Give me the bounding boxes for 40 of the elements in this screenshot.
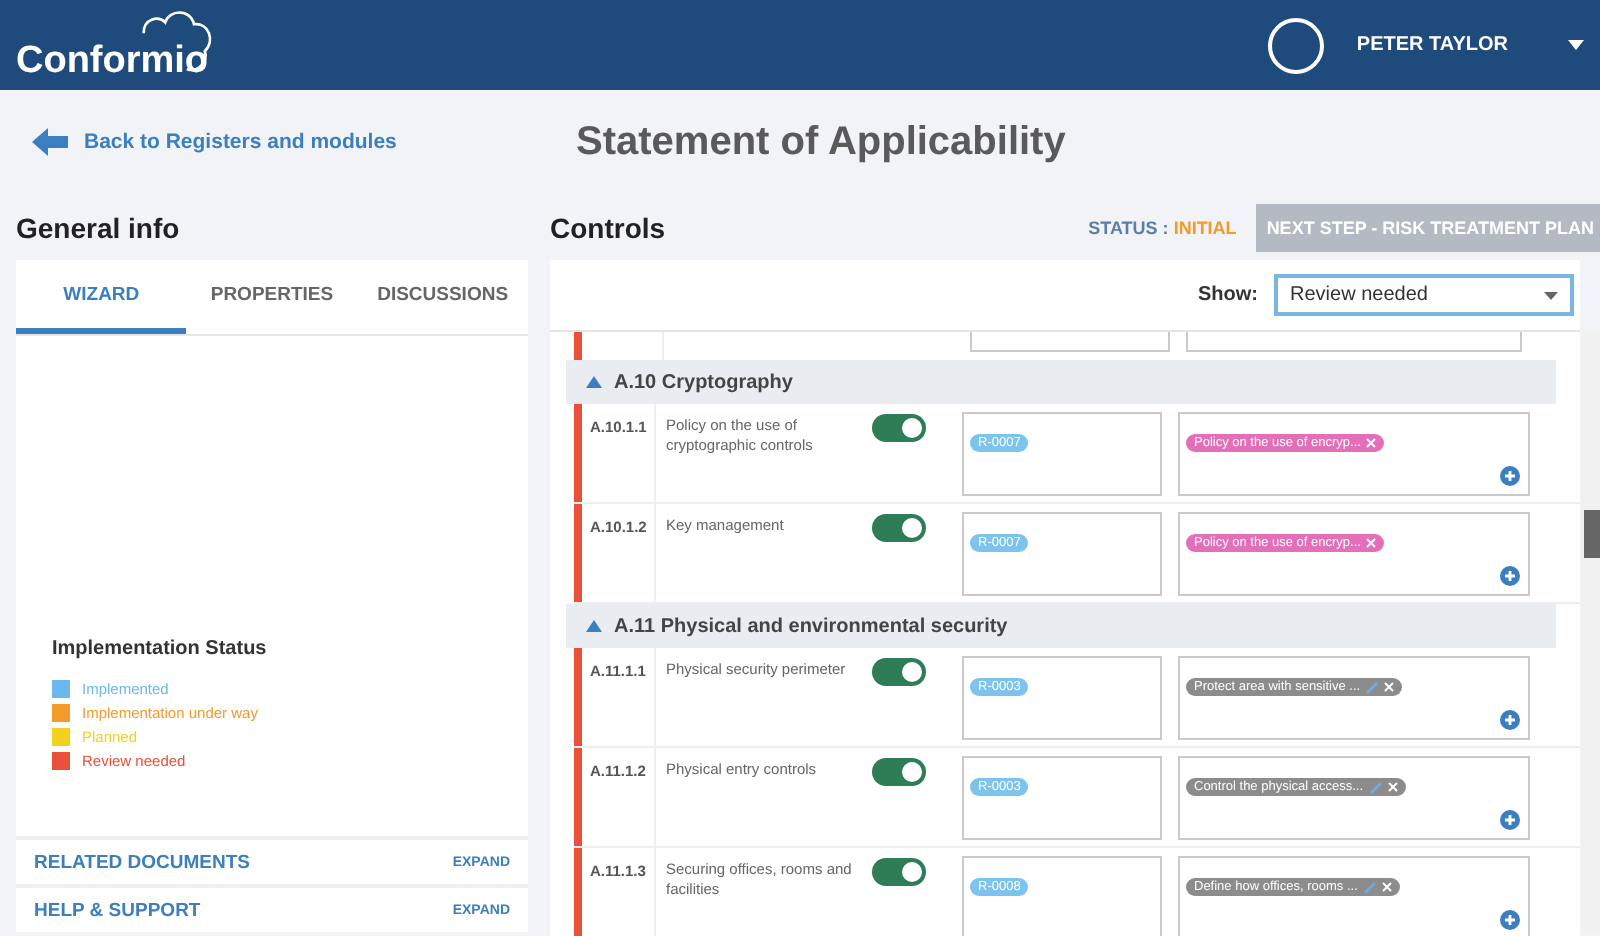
close-icon[interactable] xyxy=(1381,882,1392,892)
risks-field[interactable] xyxy=(970,332,1170,352)
user-name[interactable]: PETER TAYLOR xyxy=(1356,34,1508,56)
section-title: General info xyxy=(16,211,180,243)
tab[interactable]: DISCUSSIONS xyxy=(357,260,528,334)
legend-title: Implementation Status xyxy=(52,638,269,660)
add-icon[interactable] xyxy=(1500,810,1520,830)
caret-icon xyxy=(1544,291,1558,299)
group-title: A.10 Cryptography xyxy=(614,371,793,393)
tab[interactable]: WIZARD xyxy=(16,260,187,334)
status-text: STATUS : INITIAL xyxy=(1088,217,1237,237)
close-icon[interactable] xyxy=(1384,682,1395,692)
page-title: Statement of Applicability xyxy=(576,119,1066,165)
filter-dropdown[interactable]: Review needed xyxy=(1274,274,1574,316)
applicable-toggle[interactable] xyxy=(872,414,926,442)
avatar-circle[interactable] xyxy=(1268,17,1325,73)
close-icon[interactable] xyxy=(1366,538,1377,548)
applicable-toggle[interactable] xyxy=(872,858,926,886)
add-icon[interactable] xyxy=(1500,566,1520,586)
section-heading: RELATED DOCUMENTS xyxy=(34,851,251,873)
applicable-toggle[interactable] xyxy=(872,658,926,686)
back-link[interactable]: Back to Registers and modules xyxy=(32,128,576,156)
measures-field[interactable] xyxy=(1186,332,1522,352)
applicable-toggle[interactable] xyxy=(872,514,926,542)
collapse-icon[interactable] xyxy=(586,376,602,388)
applicable-toggle[interactable] xyxy=(872,758,926,786)
close-icon[interactable] xyxy=(1387,782,1398,792)
collapse-icon[interactable] xyxy=(586,620,602,632)
scrollbar[interactable] xyxy=(1582,330,1600,930)
caret-icon[interactable] xyxy=(1568,40,1584,50)
tab[interactable]: PROPERTIES xyxy=(186,260,358,334)
back-arrow-icon xyxy=(32,128,68,156)
group-title: A.11 Physical and environmental security xyxy=(614,615,1008,637)
section-heading: HELP & SUPPORT xyxy=(34,899,201,921)
add-icon[interactable] xyxy=(1500,466,1520,486)
add-icon[interactable] xyxy=(1500,710,1520,730)
add-icon[interactable] xyxy=(1500,910,1520,930)
show-label: Show: xyxy=(1198,284,1258,306)
section-title: Controls xyxy=(550,211,666,243)
close-icon[interactable] xyxy=(1366,438,1377,448)
